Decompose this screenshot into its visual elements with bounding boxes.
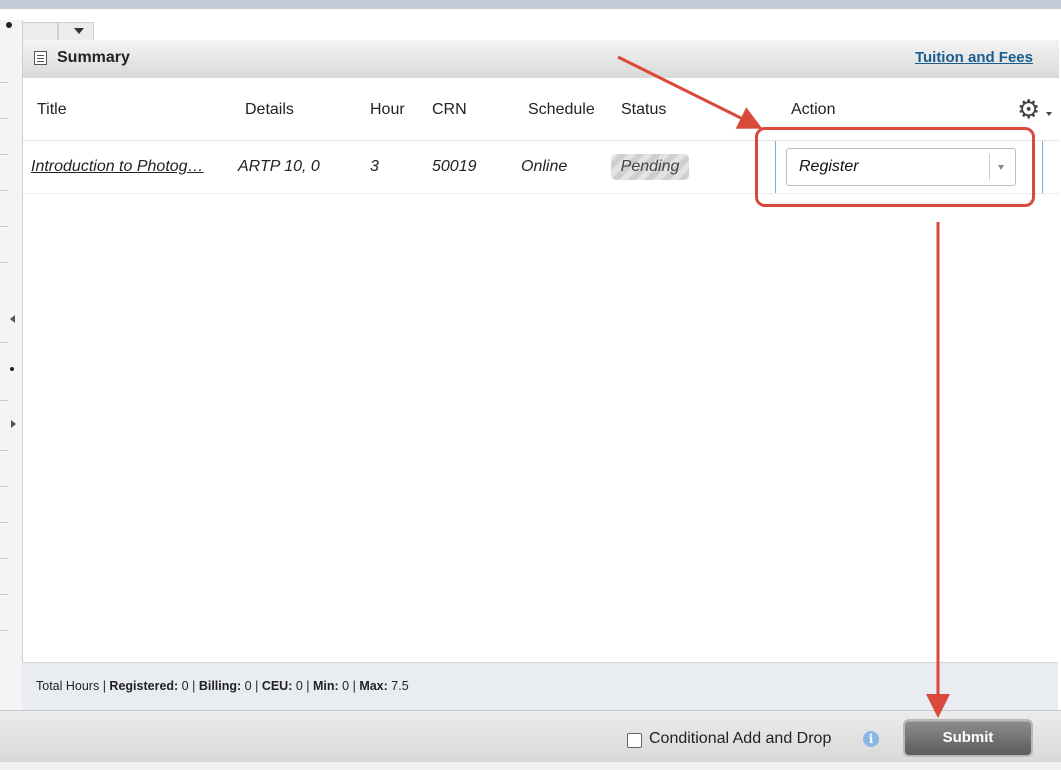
- column-header-crn[interactable]: CRN: [432, 101, 467, 119]
- summary-table-icon: [34, 51, 47, 65]
- top-spacer: [0, 9, 1061, 20]
- summary-panel-header: Summary Tuition and Fees: [23, 40, 1059, 79]
- submit-button[interactable]: Submit: [903, 719, 1033, 757]
- conditional-add-drop-label[interactable]: Conditional Add and Drop: [649, 730, 831, 748]
- top-header-bar: [0, 0, 1061, 9]
- column-header-status[interactable]: Status: [621, 101, 666, 119]
- column-header-schedule[interactable]: Schedule: [528, 101, 595, 119]
- chevron-down-icon: [74, 28, 84, 34]
- left-collapsed-panel: [0, 20, 23, 710]
- panel-title: Summary: [57, 49, 130, 66]
- course-title-link[interactable]: Introduction to Photog…: [31, 158, 204, 176]
- total-hours-bar: Total Hours | Registered: 0 | Billing: 0…: [22, 662, 1058, 711]
- annotation-highlight-box: [755, 127, 1035, 207]
- column-header-action[interactable]: Action: [791, 101, 835, 119]
- course-crn: 50019: [432, 158, 477, 175]
- gear-icon[interactable]: ⚙: [1017, 96, 1040, 122]
- bottom-strip: [0, 762, 1061, 770]
- tuition-and-fees-link[interactable]: Tuition and Fees: [915, 49, 1033, 66]
- collapse-left-icon[interactable]: [10, 315, 15, 323]
- info-icon[interactable]: i: [863, 731, 879, 747]
- total-hours-summary: Total Hours | Registered: 0 | Billing: 0…: [36, 679, 409, 693]
- column-header-details[interactable]: Details: [245, 101, 294, 119]
- chevron-down-icon: [1046, 112, 1052, 116]
- dot-icon: [10, 367, 14, 371]
- dot-icon: [6, 22, 12, 28]
- course-schedule: Online: [521, 158, 568, 175]
- course-hours: 3: [370, 158, 379, 175]
- course-details: ARTP 10, 0: [238, 158, 320, 175]
- expand-right-icon[interactable]: [11, 420, 16, 428]
- status-badge: Pending: [611, 154, 689, 180]
- column-header-hours[interactable]: Hour: [370, 101, 405, 119]
- column-header-title[interactable]: Title: [37, 101, 67, 119]
- bottom-action-bar: Conditional Add and Drop i Submit: [0, 710, 1061, 763]
- conditional-add-drop-checkbox[interactable]: [627, 733, 642, 748]
